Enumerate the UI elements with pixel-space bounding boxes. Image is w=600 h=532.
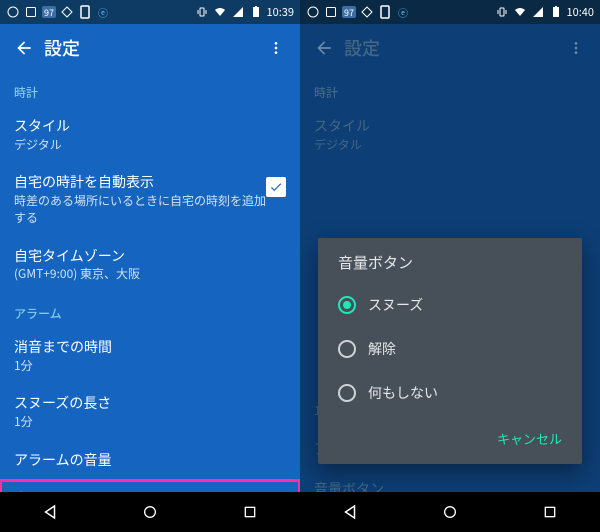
statusbar-right-icons: 10:40 — [495, 4, 594, 20]
option-dismiss[interactable]: 解除 — [324, 327, 576, 371]
overflow-menu-button[interactable] — [260, 32, 292, 64]
nav-recents-button[interactable] — [220, 498, 280, 526]
back-button[interactable] — [308, 32, 340, 64]
navbar — [300, 492, 600, 532]
setting-value: 1分 — [14, 414, 286, 431]
setting-snooze-length[interactable]: スヌーズの長さ 1分 — [0, 384, 300, 440]
setting-style: スタイル デジタル — [300, 107, 600, 163]
radio-selected-icon — [338, 296, 356, 314]
setting-title: 自宅タイムゾーン — [14, 247, 286, 267]
battery-icon — [549, 5, 563, 19]
setting-value: デジタル — [314, 137, 586, 154]
actionbar: 設定 — [0, 24, 300, 72]
setting-subtitle: 時差のある場所にいるときに自宅の時刻を追加する — [14, 193, 266, 227]
option-label: 何もしない — [368, 383, 438, 403]
settings-list[interactable]: 時計 スタイル デジタル 自宅の時計を自動表示 時差のある場所にいるときに自宅の… — [0, 72, 300, 492]
statusbar-left-icons: 97 ⓔ — [306, 5, 410, 19]
option-do-nothing[interactable]: 何もしない — [324, 371, 576, 415]
setting-volume-buttons: 音量ボタン スヌーズ — [300, 470, 600, 492]
setting-title: 自宅の時計を自動表示 — [14, 173, 266, 193]
wifi-icon — [213, 5, 227, 19]
page-title: 設定 — [344, 35, 560, 61]
nav-recents-button[interactable] — [520, 498, 580, 526]
statusbar-right-icons: 10:39 — [195, 4, 294, 20]
statusbar: 97 ⓔ 10:39 — [0, 0, 300, 24]
radio-unselected-icon — [338, 340, 356, 358]
phone-icon — [378, 5, 392, 19]
setting-value: 1分 — [14, 358, 286, 375]
page-title: 設定 — [44, 35, 260, 61]
back-button[interactable] — [8, 32, 40, 64]
checkbox-checked[interactable] — [266, 177, 286, 197]
settings-list-dimmed: 時計 スタイル デジタル 1分 アラームの音量 音量ボタン スヌーズ 音量ボタン… — [300, 72, 600, 492]
sync-icon — [306, 5, 320, 19]
option-label: 解除 — [368, 339, 396, 359]
option-snooze[interactable]: スヌーズ — [324, 283, 576, 327]
setting-title: 音量ボタン — [314, 480, 586, 492]
setting-home-clock-auto[interactable]: 自宅の時計を自動表示 時差のある場所にいるときに自宅の時刻を追加する — [0, 163, 300, 236]
setting-value: (GMT+9:00) 東京、大阪 — [14, 266, 286, 283]
overflow-menu-button[interactable] — [560, 32, 592, 64]
setting-volume-buttons[interactable]: 音量ボタン スヌーズ — [0, 480, 300, 492]
setting-title: アラームの音量 — [14, 451, 286, 471]
battery-icon — [249, 5, 263, 19]
signal-icon — [531, 5, 545, 19]
setting-title: スタイル — [314, 117, 586, 137]
nav-back-button[interactable] — [20, 498, 80, 526]
option-label: スヌーズ — [368, 295, 423, 315]
vibrate-icon — [495, 5, 509, 19]
setting-alarm-volume[interactable]: アラームの音量 — [0, 441, 300, 481]
section-header-clock: 時計 — [0, 72, 300, 107]
wifi-icon — [513, 5, 527, 19]
setting-title: 消音までの時間 — [14, 338, 286, 358]
ie-icon: ⓔ — [96, 5, 110, 19]
clock-text: 10:40 — [567, 4, 594, 20]
apps-icon — [24, 5, 38, 19]
setting-title: 音量ボタン — [14, 490, 286, 492]
setting-home-timezone[interactable]: 自宅タイムゾーン (GMT+9:00) 東京、大阪 — [0, 237, 300, 293]
dialog-title: 音量ボタン — [324, 252, 576, 283]
setting-value: デジタル — [14, 137, 286, 154]
clock-text: 10:39 — [267, 4, 294, 20]
ie-icon: ⓔ — [396, 5, 410, 19]
battery-percent-badge: 97 — [342, 6, 356, 18]
navbar — [0, 492, 300, 532]
statusbar-left-icons: 97 ⓔ — [6, 5, 110, 19]
phone-icon — [78, 5, 92, 19]
statusbar: 97 ⓔ 10:40 — [300, 0, 600, 24]
setting-style[interactable]: スタイル デジタル — [0, 107, 300, 163]
signal-icon — [231, 5, 245, 19]
dialog-actions: キャンセル — [324, 415, 576, 458]
nav-back-button[interactable] — [320, 498, 380, 526]
diamond-icon — [60, 5, 74, 19]
screenshot-right: 97 ⓔ 10:40 設定 時計 スタイル デジタル 1分 — [300, 0, 600, 532]
volume-buttons-dialog: 音量ボタン スヌーズ 解除 何もしない キャンセル — [318, 238, 582, 464]
vibrate-icon — [195, 5, 209, 19]
setting-title: スヌーズの長さ — [14, 394, 286, 414]
actionbar: 設定 — [300, 24, 600, 72]
battery-percent-badge: 97 — [42, 6, 56, 18]
cancel-button[interactable]: キャンセル — [487, 423, 572, 454]
screenshot-left: 97 ⓔ 10:39 設定 時計 スタイル デジタル 自宅の時 — [0, 0, 300, 532]
nav-home-button[interactable] — [420, 498, 480, 526]
section-header-alarm: アラーム — [0, 293, 300, 328]
nav-home-button[interactable] — [120, 498, 180, 526]
apps-icon — [324, 5, 338, 19]
radio-unselected-icon — [338, 384, 356, 402]
sync-icon — [6, 5, 20, 19]
setting-silence-after[interactable]: 消音までの時間 1分 — [0, 328, 300, 384]
section-header-clock: 時計 — [300, 72, 600, 107]
diamond-icon — [360, 5, 374, 19]
setting-title: スタイル — [14, 117, 286, 137]
